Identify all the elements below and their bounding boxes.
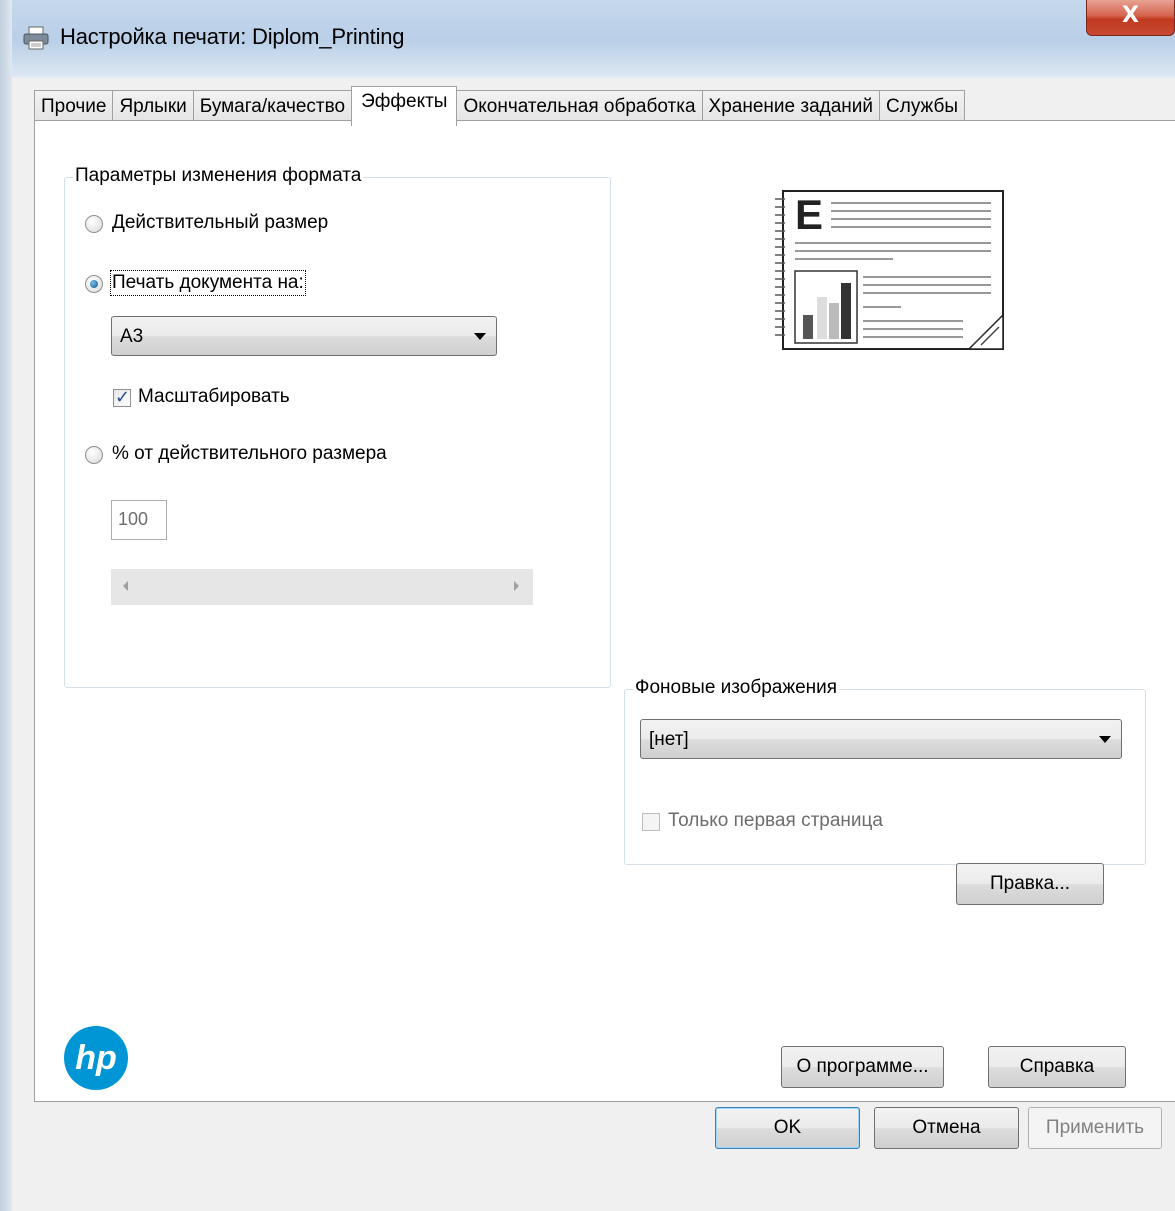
percent-input[interactable]: 100 (111, 500, 167, 540)
apply-button[interactable]: Применить (1028, 1107, 1162, 1149)
ok-button[interactable]: OK (715, 1107, 860, 1149)
scroll-right-icon[interactable] (514, 581, 519, 591)
tab-paper-quality[interactable]: Бумага/качество (192, 90, 353, 124)
tab-other[interactable]: Прочие (34, 90, 114, 124)
resize-options-label: Параметры изменения формата (73, 165, 364, 187)
tab-shortcuts[interactable]: Ярлыки (112, 90, 194, 124)
scale-to-fit-checkbox[interactable]: ✓ (113, 387, 131, 408)
about-button[interactable]: О программе... (781, 1046, 944, 1088)
print-document-on-label[interactable]: Печать документа на: (110, 270, 306, 296)
edit-watermark-button[interactable]: Правка... (956, 863, 1104, 905)
tab-strip: Прочие Ярлыки Бумага/качество Эффекты Ок… (34, 86, 965, 126)
effects-panel: Параметры изменения формата Действительн… (34, 120, 1175, 1102)
window-title: Настройка печати: Diplom_Printing (60, 24, 405, 49)
percent-of-size-label[interactable]: % от действительного размера (112, 443, 387, 465)
actual-size-label[interactable]: Действительный размер (112, 212, 328, 234)
window-frame (0, 0, 12, 1211)
tab-services[interactable]: Службы (879, 90, 965, 124)
percent-scrollbar[interactable] (111, 569, 533, 605)
document-preview-icon: E (775, 190, 1004, 350)
hp-logo: hp (64, 1026, 128, 1090)
dialog-client: Прочие Ярлыки Бумага/качество Эффекты Ок… (12, 78, 1175, 1211)
tab-effects[interactable]: Эффекты (351, 86, 458, 126)
tab-finishing[interactable]: Окончательная обработка (456, 90, 703, 124)
actual-size-radio[interactable] (85, 215, 103, 233)
paper-size-value: A3 (120, 326, 144, 347)
dropdown-arrow-icon (474, 333, 486, 340)
first-page-only-label[interactable]: Только первая страница (668, 810, 883, 832)
cancel-button[interactable]: Отмена (874, 1107, 1019, 1149)
title-bar[interactable]: Настройка печати: Diplom_Printing X (12, 0, 1175, 78)
dropdown-arrow-icon (1099, 736, 1111, 743)
watermarks-label: Фоновые изображения (633, 677, 840, 699)
svg-text:E: E (795, 191, 823, 238)
watermarks-group: Фоновые изображения [нет] Только первая … (624, 677, 1146, 905)
scale-to-fit-label[interactable]: Масштабировать (138, 386, 290, 408)
close-button[interactable]: X (1086, 0, 1175, 36)
printer-icon (23, 26, 49, 50)
svg-text:hp: hp (75, 1039, 117, 1077)
first-page-only-checkbox[interactable] (642, 813, 660, 831)
resize-options-group: Параметры изменения формата Действительн… (64, 165, 611, 688)
scroll-left-icon[interactable] (123, 581, 128, 591)
print-document-on-radio[interactable] (85, 275, 103, 293)
checkmark-icon: ✓ (115, 387, 131, 408)
paper-size-dropdown[interactable]: A3 (111, 316, 497, 356)
print-settings-window: Настройка печати: Diplom_Printing X Проч… (0, 0, 1175, 1211)
help-button[interactable]: Справка (988, 1046, 1126, 1088)
tab-job-storage[interactable]: Хранение заданий (701, 90, 881, 124)
percent-of-size-radio[interactable] (85, 446, 103, 464)
watermark-value: [нет] (649, 729, 689, 750)
watermark-dropdown[interactable]: [нет] (640, 719, 1122, 759)
